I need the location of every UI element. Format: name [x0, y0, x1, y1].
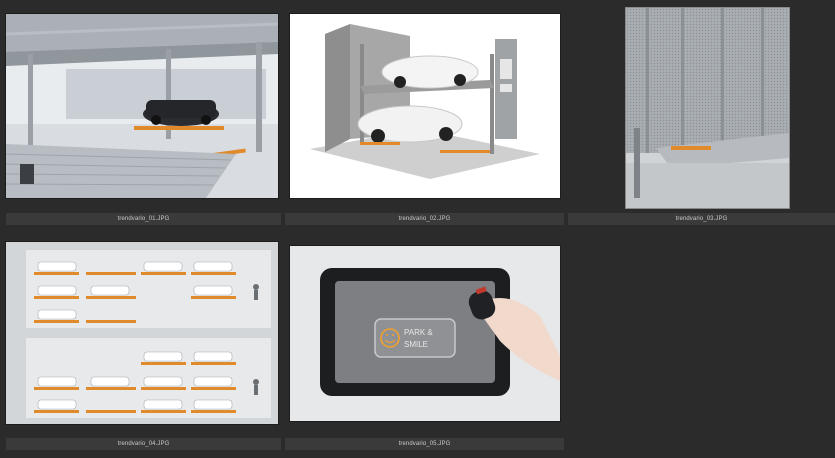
thumbnail-caption-1: trendvario_01.JPG: [6, 213, 281, 225]
thumbnail-item-4[interactable]: trendvario_04.JPG: [0, 232, 283, 458]
parking-lift-render: [290, 14, 560, 198]
thumbnail-image-3[interactable]: [625, 7, 790, 209]
parking-deck-photo: [6, 14, 278, 198]
thumbnail-grid: trendvario_01.JPG trendvario_02.JPG tren…: [0, 0, 835, 458]
thumbnail-item-5[interactable]: PARK & SMILE trendvario_05.JPG: [283, 232, 566, 458]
tablet-app-photo: PARK & SMILE: [290, 246, 560, 421]
parking-layout-diagram: [6, 242, 278, 424]
tablet-logo-text-1: PARK &: [404, 328, 433, 337]
thumbnail-image-5[interactable]: PARK & SMILE: [290, 246, 560, 421]
thumbnail-image-4[interactable]: [6, 242, 278, 424]
thumbnail-image-2[interactable]: [290, 14, 560, 198]
thumbnail-item-3[interactable]: trendvario_03.JPG: [566, 0, 835, 225]
thumbnail-caption-5: trendvario_05.JPG: [285, 438, 564, 450]
thumbnail-caption-3: trendvario_03.JPG: [568, 213, 835, 225]
thumbnail-caption-2: trendvario_02.JPG: [285, 213, 564, 225]
tablet-logo-text-2: SMILE: [404, 340, 428, 349]
thumbnail-item-2[interactable]: trendvario_02.JPG: [283, 0, 566, 225]
mesh-facade-photo: [626, 8, 789, 208]
thumbnail-caption-4: trendvario_04.JPG: [6, 438, 281, 450]
thumbnail-image-1[interactable]: [6, 14, 278, 198]
thumbnail-item-1[interactable]: trendvario_01.JPG: [0, 0, 283, 225]
